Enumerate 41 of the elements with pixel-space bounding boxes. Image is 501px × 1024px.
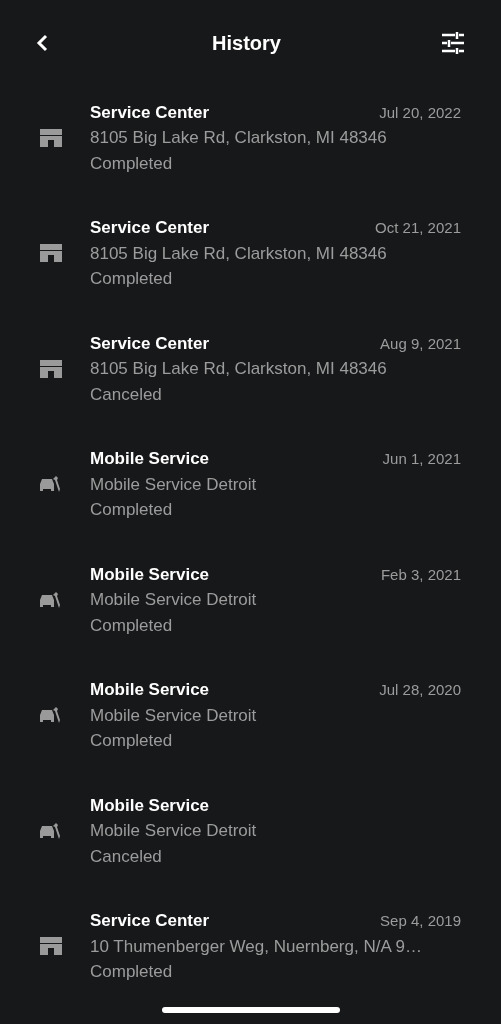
service-type: Service Center: [90, 101, 210, 124]
service-status: Completed: [90, 730, 174, 752]
storefront-icon: [39, 244, 63, 263]
service-status: Completed: [90, 961, 174, 983]
service-status: Completed: [90, 268, 174, 290]
service-date: Jul 20, 2022: [379, 102, 461, 123]
service-date: Jun 1, 2021: [382, 449, 461, 469]
service-type: Service Center: [90, 910, 210, 932]
service-status: Completed: [90, 499, 174, 521]
storefront-icon: [39, 937, 63, 956]
service-location: 8105 Big Lake Rd, Clarkston, MI 48346: [90, 358, 388, 380]
storefront-icon: [39, 128, 63, 147]
service-date: Jul 28, 2020: [379, 680, 461, 700]
service-status: Canceled: [90, 383, 163, 406]
service-type: Mobile Service: [90, 563, 210, 586]
storefront-icon: [39, 359, 63, 378]
service-location: Mobile Service Detroit: [90, 704, 258, 727]
service-type: Mobile Service: [90, 448, 210, 470]
service-type: Service Center: [90, 332, 210, 355]
service-type: Service Center: [90, 217, 210, 239]
filter-icon[interactable]: [441, 32, 465, 54]
service-type: Mobile Service: [90, 794, 210, 817]
service-status: Canceled: [90, 845, 163, 868]
service-status: Completed: [90, 152, 174, 175]
service-location: Mobile Service Detroit: [90, 589, 258, 611]
service-location: Mobile Service Detroit: [90, 473, 258, 496]
service-date: Aug 9, 2021: [380, 333, 461, 354]
service-date: Oct 21, 2021: [375, 218, 461, 238]
page-title: History: [212, 31, 281, 56]
service-date: Sep 4, 2019: [380, 911, 461, 931]
car-wrench-icon: [39, 706, 63, 725]
service-location: Mobile Service Detroit: [90, 820, 258, 842]
car-wrench-icon: [39, 590, 63, 609]
car-wrench-icon: [39, 475, 63, 494]
car-wrench-icon: [39, 821, 63, 840]
service-location: 8105 Big Lake Rd, Clarkston, MI 48346: [90, 127, 388, 149]
service-status: Completed: [90, 614, 174, 637]
service-location: 8105 Big Lake Rd, Clarkston, MI 48346: [90, 242, 388, 265]
service-location: 10 Thumenberger Weg, Nuernberg, N/A 9…: [90, 935, 423, 958]
service-type: Mobile Service: [90, 679, 210, 701]
service-date: Feb 3, 2021: [380, 564, 461, 585]
